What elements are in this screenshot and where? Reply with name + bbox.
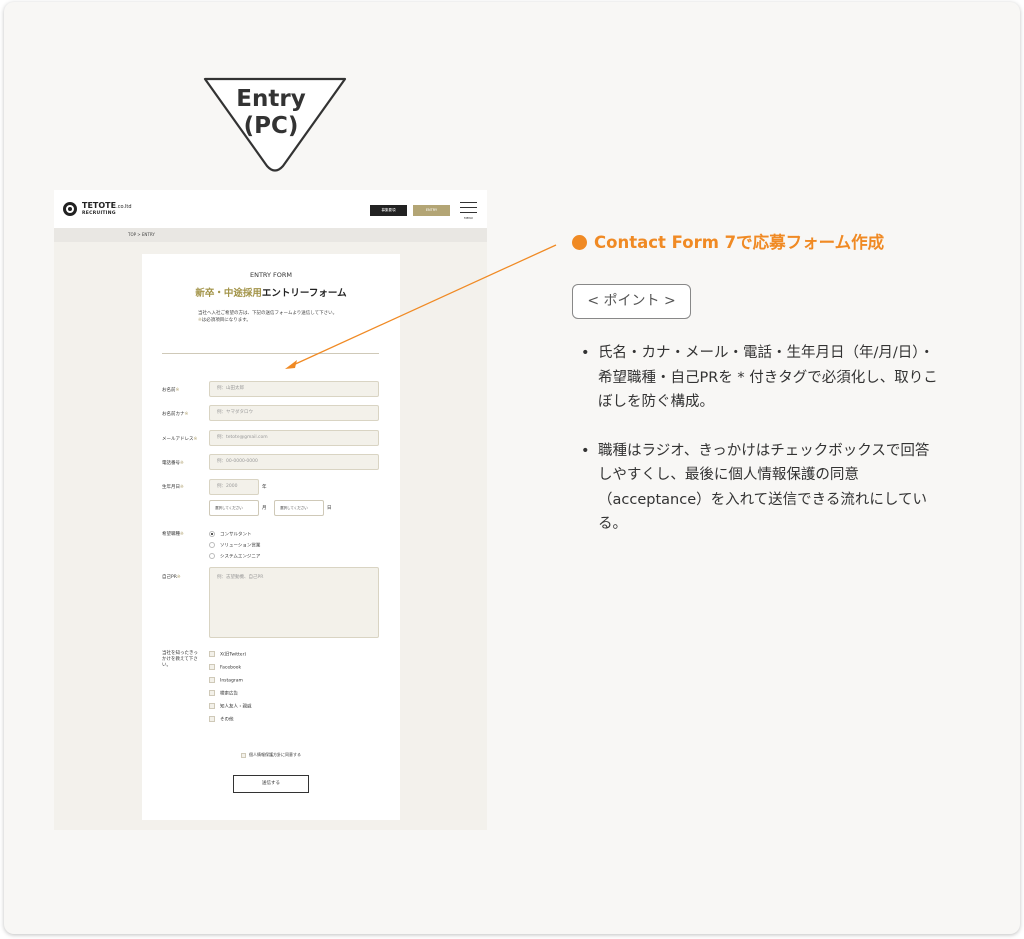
point-list: 氏名・カナ・メール・電話・生年月日（年/月/日）・希望職種・自己PRを * 付き… <box>581 341 941 561</box>
point-item: 職種はラジオ、きっかけはチェックボックスで回答しやすくし、最後に個人情報保護の同… <box>581 439 941 537</box>
section-heading: Contact Form 7で応募フォーム作成 <box>572 229 884 253</box>
point-item: 氏名・カナ・メール・電話・生年月日（年/月/日）・希望職種・自己PRを * 付き… <box>581 341 941 415</box>
point-label: < ポイント > <box>572 284 691 319</box>
bullet-dot-icon <box>572 235 587 250</box>
heading-text: Contact Form 7で応募フォーム作成 <box>594 233 885 252</box>
